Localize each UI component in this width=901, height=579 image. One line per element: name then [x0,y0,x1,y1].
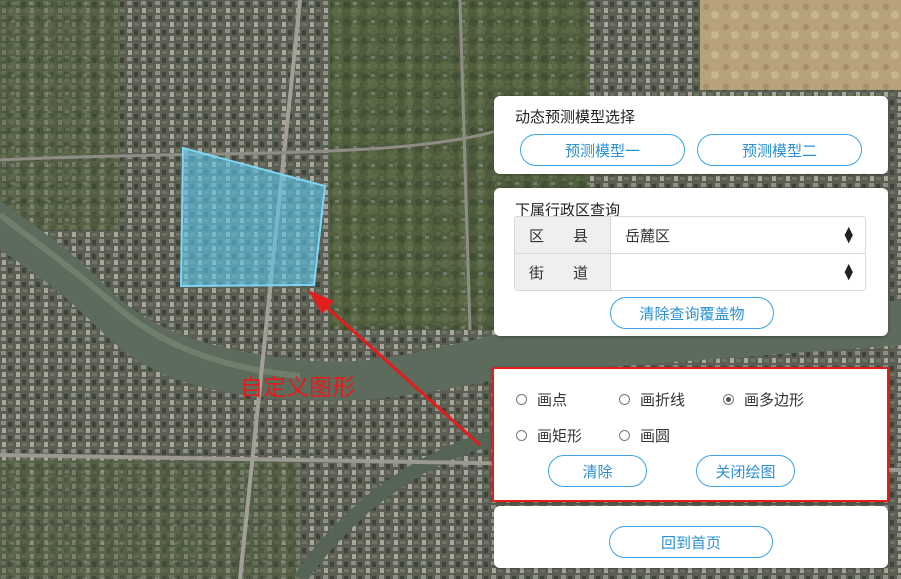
radio-icon [619,394,630,405]
admin-query-panel: 下属行政区查询 区 县 岳麓区 ▲ ▼ 街 道 ▲ ▼ 清除查询覆盖物 [494,188,888,336]
model-panel: 动态预测模型选择 预测模型一 预测模型二 [494,96,888,174]
radio-icon [619,430,630,441]
street-row: 街 道 ▲ ▼ [515,253,865,290]
model-two-button[interactable]: 预测模型二 [697,134,862,166]
home-panel: 回到首页 [494,506,888,568]
county-label: 区 县 [515,217,611,253]
close-drawing-button[interactable]: 关闭绘图 [696,455,795,487]
draw-point-radio[interactable]: 画点 [516,389,567,410]
model-one-button[interactable]: 预测模型一 [520,134,685,166]
query-table: 区 县 岳麓区 ▲ ▼ 街 道 ▲ ▼ [514,216,866,291]
radio-checked-icon [723,394,734,405]
select-caret-icon: ▲ ▼ [844,261,853,282]
home-button[interactable]: 回到首页 [609,526,773,558]
radio-icon [516,430,527,441]
draw-rectangle-radio[interactable]: 画矩形 [516,425,582,446]
radio-icon [516,394,527,405]
draw-polygon-radio[interactable]: 画多边形 [723,389,804,410]
draw-circle-radio[interactable]: 画圆 [619,425,670,446]
annotation-label: 自定义图形 [240,375,355,401]
county-select-value: 岳麓区 [625,226,671,245]
clear-query-button[interactable]: 清除查询覆盖物 [610,297,774,329]
street-label: 街 道 [515,254,611,290]
select-caret-icon: ▲ ▼ [844,224,853,245]
draw-tools-panel: 画点 画折线 画多边形 画矩形 画圆 清除 关闭绘图 [492,367,889,502]
draw-polyline-radio[interactable]: 画折线 [619,389,685,410]
county-row: 区 县 岳麓区 ▲ ▼ [515,217,865,253]
model-panel-title: 动态预测模型选择 [515,108,636,126]
county-select[interactable]: 岳麓区 ▲ ▼ [611,217,865,253]
clear-drawing-button[interactable]: 清除 [548,455,647,487]
street-select[interactable]: ▲ ▼ [611,254,865,290]
